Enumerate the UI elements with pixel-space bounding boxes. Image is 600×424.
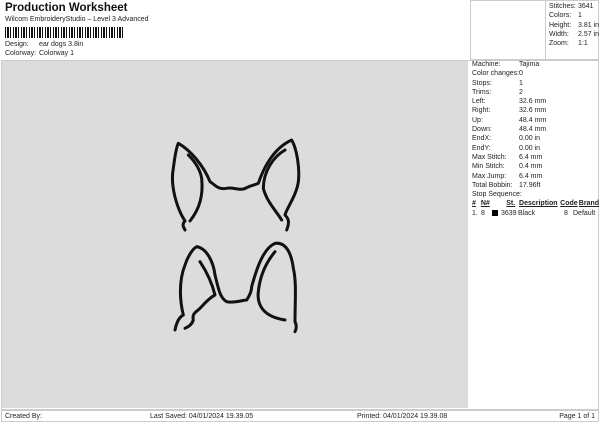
stop-description: Black (518, 209, 536, 217)
col-brand: Brand (578, 200, 599, 208)
details-row: Max Jump: 6.4 mm (472, 172, 599, 181)
value: 1 (519, 79, 523, 87)
label: Max Stitch: (472, 153, 507, 161)
colorway-value: Colorway 1 (38, 50, 74, 57)
details-row: Min Stitch: 0.4 mm (472, 162, 599, 171)
value: 2 (519, 88, 523, 96)
label: Stitches: (549, 3, 576, 10)
colorway-label: Colorway: (5, 50, 37, 57)
details-row: Machine: Tajima (472, 60, 599, 69)
software-name: Wilcom EmbroideryStudio – Level 3 Advanc… (5, 16, 149, 23)
design-preview (2, 61, 468, 408)
label: Color changes: (472, 70, 520, 78)
details-row: EndY: 0.00 in (472, 144, 599, 153)
summary-row: Stitches: 3641 (549, 2, 599, 11)
details-row: Total Bobbin: 17.96ft (472, 181, 599, 190)
design-row: Design: ear dogs 3.8in (5, 41, 83, 48)
stop-sequence-title: Stop Sequence: (472, 191, 522, 199)
last-saved: Last Saved: 04/01/2024 19.39.05 (150, 413, 254, 420)
col-code: Code (560, 200, 578, 208)
details-row: Color changes:0 (472, 69, 599, 78)
printed: Printed: 04/01/2024 19.39.08 (357, 413, 448, 420)
value: 0.00 in (519, 144, 541, 152)
value: 32.6 mm (519, 98, 547, 106)
label: Trims: (472, 88, 492, 96)
details-row: Right: 32.6 mm (472, 106, 599, 115)
stop-stitches: 3639 (501, 209, 517, 217)
page-number: Page 1 of 1 (559, 413, 595, 420)
value: 32.6 mm (519, 107, 547, 115)
details-row: Stops: 1 (472, 79, 599, 88)
label: Max Jump: (472, 172, 507, 180)
label: Machine: (472, 61, 501, 68)
value: 1:1 (578, 40, 588, 48)
label: Up: (472, 116, 483, 124)
details-row: Up: 48.4 mm (472, 116, 599, 125)
bottom-right-inner (256, 250, 287, 322)
summary-box: Stitches: 3641 Colors: 1 Height: 3.81 in Width… (470, 0, 599, 60)
label: EndY: (472, 144, 491, 152)
details-row: Down: 48.4 mm (472, 125, 599, 134)
col-n: N# (480, 200, 490, 208)
design-value: ear dogs 3.8in (38, 41, 84, 48)
value: 3.81 in (578, 21, 600, 29)
label: Total Bobbin: (472, 181, 513, 189)
value: 6.4 mm (519, 172, 543, 180)
label: Zoom: (549, 40, 569, 48)
value: 0 (519, 70, 523, 78)
label: Width: (549, 30, 569, 38)
stop-brand: Default (573, 209, 596, 217)
label: Down: (472, 126, 492, 134)
value: 17.96ft (519, 181, 541, 189)
design-label: Design: (5, 41, 29, 48)
top-right-inner (261, 148, 287, 222)
label: EndX: (472, 135, 492, 143)
label: Left: (472, 98, 486, 106)
value: 0.4 mm (519, 163, 543, 171)
footer: Created By: Last Saved: 04/01/2024 19.39… (1, 410, 599, 422)
page-title: Production Worksheet (5, 2, 128, 14)
summary-row: Zoom: 1:1 (549, 39, 599, 48)
summary-row: Width: 2.57 in (549, 30, 599, 39)
value: 0.00 in (519, 135, 541, 143)
created-by: Created By: (5, 413, 42, 420)
label: Height: (549, 21, 572, 29)
label: Right: (472, 107, 491, 115)
value: 48.4 mm (519, 126, 547, 134)
value: 3641 (578, 3, 594, 10)
barcode (5, 27, 125, 38)
value: Tajima (519, 61, 540, 68)
col-st: St. (506, 200, 516, 208)
embroidery-design (171, 138, 301, 334)
col-num: # (472, 200, 476, 208)
details-row: Left: 32.6 mm (472, 97, 599, 106)
stop-num: 1. (472, 209, 478, 217)
stop-needle: 8 (481, 209, 485, 217)
value: 48.4 mm (519, 116, 547, 124)
label: Colors: (549, 12, 572, 20)
summary-row: Height: 3.81 in (549, 21, 599, 30)
value: 1 (578, 12, 582, 20)
bottom-left-inner (183, 260, 217, 330)
stop-row: 1. 8 3639 Black 8 Default (472, 209, 599, 218)
label: Min Stitch: (472, 163, 505, 171)
label: Stops: (472, 79, 492, 87)
value: 2.57 in (578, 30, 600, 38)
details-row: EndX: 0.00 in (472, 134, 599, 143)
stop-sequence-header: # N# St. Description Code Brand (472, 199, 599, 208)
details-row: Trims: 2 (472, 88, 599, 97)
col-description: Description (519, 200, 558, 208)
summary-row: Colors: 1 (549, 11, 599, 20)
colorway-row: Colorway: Colorway 1 (5, 50, 74, 57)
details-panel: Machine: Tajima Color changes:0 Stops: 1 Trim… (470, 60, 599, 218)
value: 6.4 mm (519, 153, 543, 161)
details-row: Max Stitch: 6.4 mm (472, 153, 599, 162)
